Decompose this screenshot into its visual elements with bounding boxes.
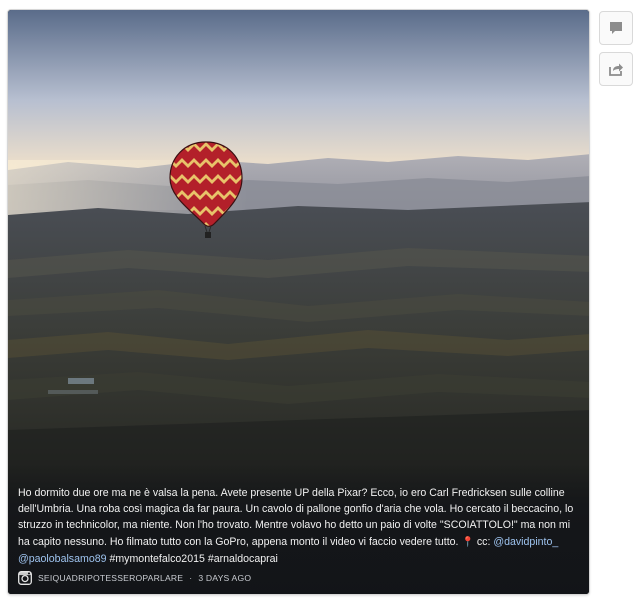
instagram-icon[interactable] [18, 571, 32, 585]
meta-separator: · [189, 573, 193, 583]
mention-link-paolobalsamo[interactable]: @paolobalsamo89 [18, 553, 107, 565]
caption-text: Ho dormito due ore ma ne è valsa la pena… [18, 487, 574, 548]
username-link[interactable]: SEIQUADRIPOTESSEROPARLARE [38, 573, 183, 583]
map-pin-icon: 📍 [461, 536, 474, 548]
post-timestamp[interactable]: 3 DAYS AGO [198, 573, 251, 583]
hashtags[interactable]: #mymontefalco2015 #arnaldocaprai [109, 553, 277, 565]
comment-icon [610, 22, 622, 34]
share-icon [609, 63, 623, 76]
cc-label: cc: [476, 535, 491, 548]
instagram-embed-card: Ho dormito due ore ma ne è valsa la pena… [7, 9, 590, 595]
mention-link-davidpinto[interactable]: @davidpinto_ [493, 536, 558, 548]
post-meta: SEIQUADRIPOTESSEROPARLARE · 3 DAYS AGO [18, 570, 251, 586]
post-caption: Ho dormito due ore ma ne è valsa la pena… [18, 485, 575, 567]
share-button[interactable] [599, 52, 633, 86]
comment-button[interactable] [599, 11, 633, 45]
